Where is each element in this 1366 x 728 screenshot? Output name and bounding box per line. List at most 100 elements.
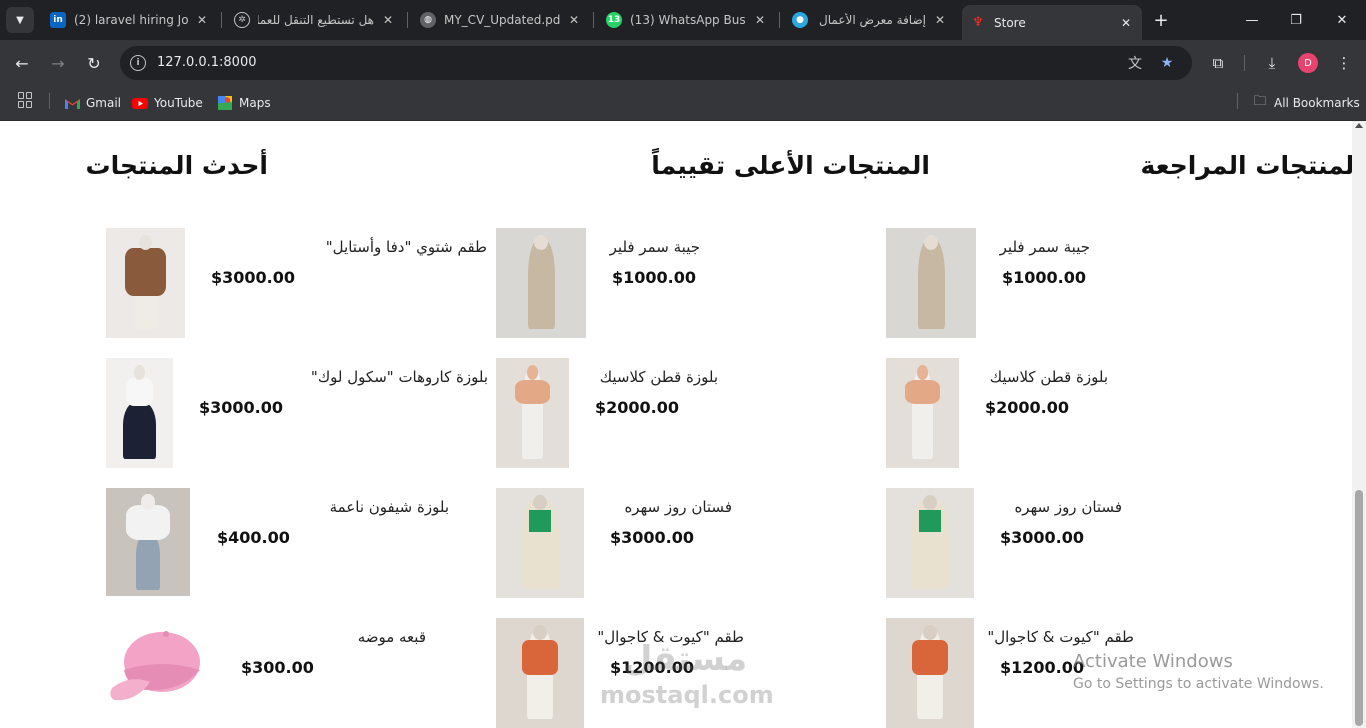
product-image[interactable] [886, 618, 974, 728]
tab-store[interactable]: ♆ Store ✕ [962, 5, 1142, 40]
product-name[interactable]: بلوزة شيفون ناعمة [330, 498, 449, 516]
maps-icon [217, 96, 233, 110]
product-price: $3000.00 [610, 528, 695, 547]
new-tab-button[interactable]: + [1150, 9, 1172, 31]
mostaql-watermark: مستقل mostaql.com [600, 639, 774, 709]
product-card[interactable]: بلوزة كاروهات "سكول لوك" $3000.00 [106, 358, 488, 468]
all-bookmarks[interactable]: 🗀 All Bookmarks [1252, 93, 1359, 113]
bookmark-maps[interactable]: Maps [217, 93, 271, 113]
tab-whatsapp[interactable]: 13 (13) WhatsApp Business ✕ [598, 4, 776, 36]
product-name[interactable]: طقم شتوي "دفا وأستايل" [326, 238, 487, 256]
product-price: $400.00 [217, 528, 290, 547]
extensions-icon[interactable]: ⧉ [1206, 51, 1230, 75]
close-icon[interactable]: ✕ [1118, 15, 1134, 31]
forward-icon[interactable]: → [45, 50, 71, 76]
bookmark-youtube[interactable]: YouTube [132, 93, 203, 113]
product-image[interactable] [106, 618, 208, 710]
profile-avatar[interactable]: D [1298, 53, 1318, 73]
product-card[interactable]: طقم شتوي "دفا وأستايل" $3000.00 [106, 228, 487, 338]
tab-pdf[interactable]: ◍ MY_CV_Updated.pdf ✕ [412, 4, 590, 36]
product-card[interactable]: بلوزة قطن كلاسيك $2000.00 [886, 358, 1226, 468]
bookmark-star-icon[interactable]: ★ [1158, 54, 1176, 72]
site-info-icon[interactable]: i [130, 55, 146, 71]
browser-toolbar: ← → ↻ i 127.0.0.1:8000 文 ★ ⧉ ⤓ D ⋮ [0, 40, 1366, 86]
tab-portfolio[interactable]: ● إضافة معرض الأعمال ✕ [784, 4, 956, 36]
tab-linkedin[interactable]: in (2) laravel hiring Jobs ✕ [42, 4, 218, 36]
product-price: $1000.00 [1002, 268, 1087, 287]
reload-icon[interactable]: ↻ [81, 50, 107, 76]
product-price: $300.00 [241, 658, 314, 677]
product-price: $3000.00 [199, 398, 284, 417]
window-close-icon[interactable]: ✕ [1330, 8, 1354, 32]
section-heading: المنتجات الأعلى تقييماً [651, 151, 930, 180]
close-icon[interactable]: ✕ [752, 12, 768, 28]
product-image[interactable] [106, 488, 190, 596]
product-card[interactable]: بلوزة شيفون ناعمة $400.00 [106, 488, 449, 598]
back-icon[interactable]: ← [9, 50, 35, 76]
close-icon[interactable]: ✕ [932, 12, 948, 28]
product-name[interactable]: قبعه موضه [358, 628, 426, 646]
product-price: $3000.00 [1000, 528, 1085, 547]
tab-search-button[interactable]: ▼ [6, 7, 34, 33]
product-name[interactable]: بلوزة كاروهات "سكول لوك" [311, 368, 488, 386]
download-icon[interactable]: ⤓ [1260, 51, 1284, 75]
tab-strip: ▼ in (2) laravel hiring Jobs ✕ ✲ هل تستط… [0, 0, 1366, 40]
section-heading: المنتجات المراجعة [1140, 151, 1353, 180]
page-scrollbar[interactable] [1352, 121, 1366, 728]
section-heading: أحدث المنتجات [85, 151, 268, 180]
product-image[interactable] [496, 228, 586, 338]
product-name[interactable]: بلوزة قطن كلاسيك [600, 368, 718, 386]
product-image[interactable] [886, 228, 976, 338]
pink-cap-image [110, 631, 200, 701]
product-card[interactable]: جيبة سمر فلير $1000.00 [886, 228, 1226, 338]
product-name[interactable]: فستان روز سهره [624, 498, 732, 516]
product-image[interactable] [106, 228, 185, 338]
product-price: $1000.00 [612, 268, 697, 287]
circle-icon: ● [792, 12, 808, 28]
product-image[interactable] [886, 488, 974, 598]
linkedin-icon: in [50, 12, 66, 28]
chevron-down-icon: ▼ [16, 14, 24, 26]
restore-icon[interactable]: ❐ [1284, 8, 1308, 32]
tab-chatgpt[interactable]: ✲ هل تستطيع التنقل للعمل ✕ [226, 4, 404, 36]
product-image[interactable] [496, 488, 584, 598]
scroll-thumb[interactable] [1355, 490, 1363, 726]
scroll-up-icon[interactable] [1355, 123, 1363, 128]
gmail-icon [64, 96, 80, 110]
close-icon[interactable]: ✕ [194, 12, 210, 28]
globe-icon: ◍ [420, 12, 436, 28]
product-name[interactable]: جيبة سمر فلير [610, 238, 700, 256]
translate-icon[interactable]: 文 [1126, 54, 1144, 72]
bookmark-gmail[interactable]: Gmail [64, 93, 121, 113]
product-card[interactable]: جيبة سمر فلير $1000.00 [496, 228, 836, 338]
url-text[interactable]: 127.0.0.1:8000 [157, 55, 257, 70]
product-name[interactable]: طقم "كيوت & كاجوال" [987, 628, 1134, 646]
chatgpt-icon: ✲ [234, 12, 250, 28]
product-card[interactable]: فستان روز سهره $3000.00 [496, 488, 836, 598]
product-name[interactable]: جيبة سمر فلير [1000, 238, 1090, 256]
product-card[interactable]: بلوزة قطن كلاسيك $2000.00 [496, 358, 836, 468]
bookmarks-bar [0, 86, 1366, 121]
product-image[interactable] [886, 358, 959, 468]
address-bar[interactable]: i 127.0.0.1:8000 文 ★ [120, 46, 1192, 80]
close-icon[interactable]: ✕ [380, 12, 396, 28]
youtube-icon [132, 96, 148, 110]
product-price: $2000.00 [985, 398, 1070, 417]
product-image[interactable] [106, 358, 173, 468]
product-price: $2000.00 [595, 398, 680, 417]
folder-icon: 🗀 [1253, 94, 1267, 109]
menu-kebab-icon[interactable]: ⋮ [1332, 51, 1356, 75]
windows-activation-notice: Activate Windows Go to Settings to activ… [1073, 651, 1324, 692]
apps-grid-icon[interactable] [18, 92, 34, 108]
product-image[interactable] [496, 618, 584, 728]
whatsapp-icon: 13 [606, 12, 622, 28]
page-viewport: المنتجات المراجعة جيبة سمر فلير $1000.00… [0, 121, 1352, 728]
product-price: $3000.00 [211, 268, 296, 287]
minimize-icon[interactable]: — [1240, 8, 1264, 32]
close-icon[interactable]: ✕ [566, 12, 582, 28]
product-name[interactable]: بلوزة قطن كلاسيك [990, 368, 1108, 386]
product-card[interactable]: قبعه موضه $300.00 [106, 618, 446, 728]
product-card[interactable]: فستان روز سهره $3000.00 [886, 488, 1226, 598]
product-image[interactable] [496, 358, 569, 468]
product-name[interactable]: فستان روز سهره [1014, 498, 1122, 516]
